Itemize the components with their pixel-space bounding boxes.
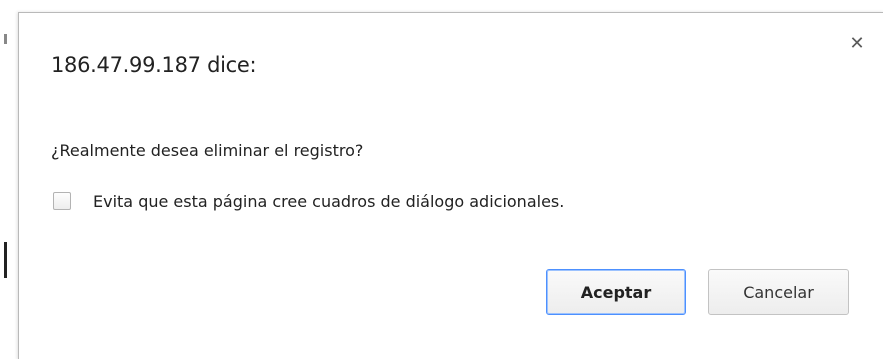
close-icon[interactable]: ✕ [848,35,866,53]
accept-button[interactable]: Aceptar [546,269,686,315]
screen: 186.47.99.187 dice: ✕ ¿Realmente desea e… [0,0,883,359]
background-page-mark [4,242,7,278]
background-page-edge [0,0,18,359]
dialog-title: 186.47.99.187 dice: [51,53,257,77]
cancel-button[interactable]: Cancelar [708,269,849,315]
suppress-dialogs-option[interactable]: Evita que esta página cree cuadros de di… [53,189,564,213]
suppress-dialogs-checkbox[interactable] [53,192,71,210]
dialog-message: ¿Realmente desea eliminar el registro? [51,141,364,160]
background-page-mark [4,34,7,44]
javascript-confirm-dialog: 186.47.99.187 dice: ✕ ¿Realmente desea e… [18,12,883,359]
suppress-dialogs-label: Evita que esta página cree cuadros de di… [93,191,565,211]
